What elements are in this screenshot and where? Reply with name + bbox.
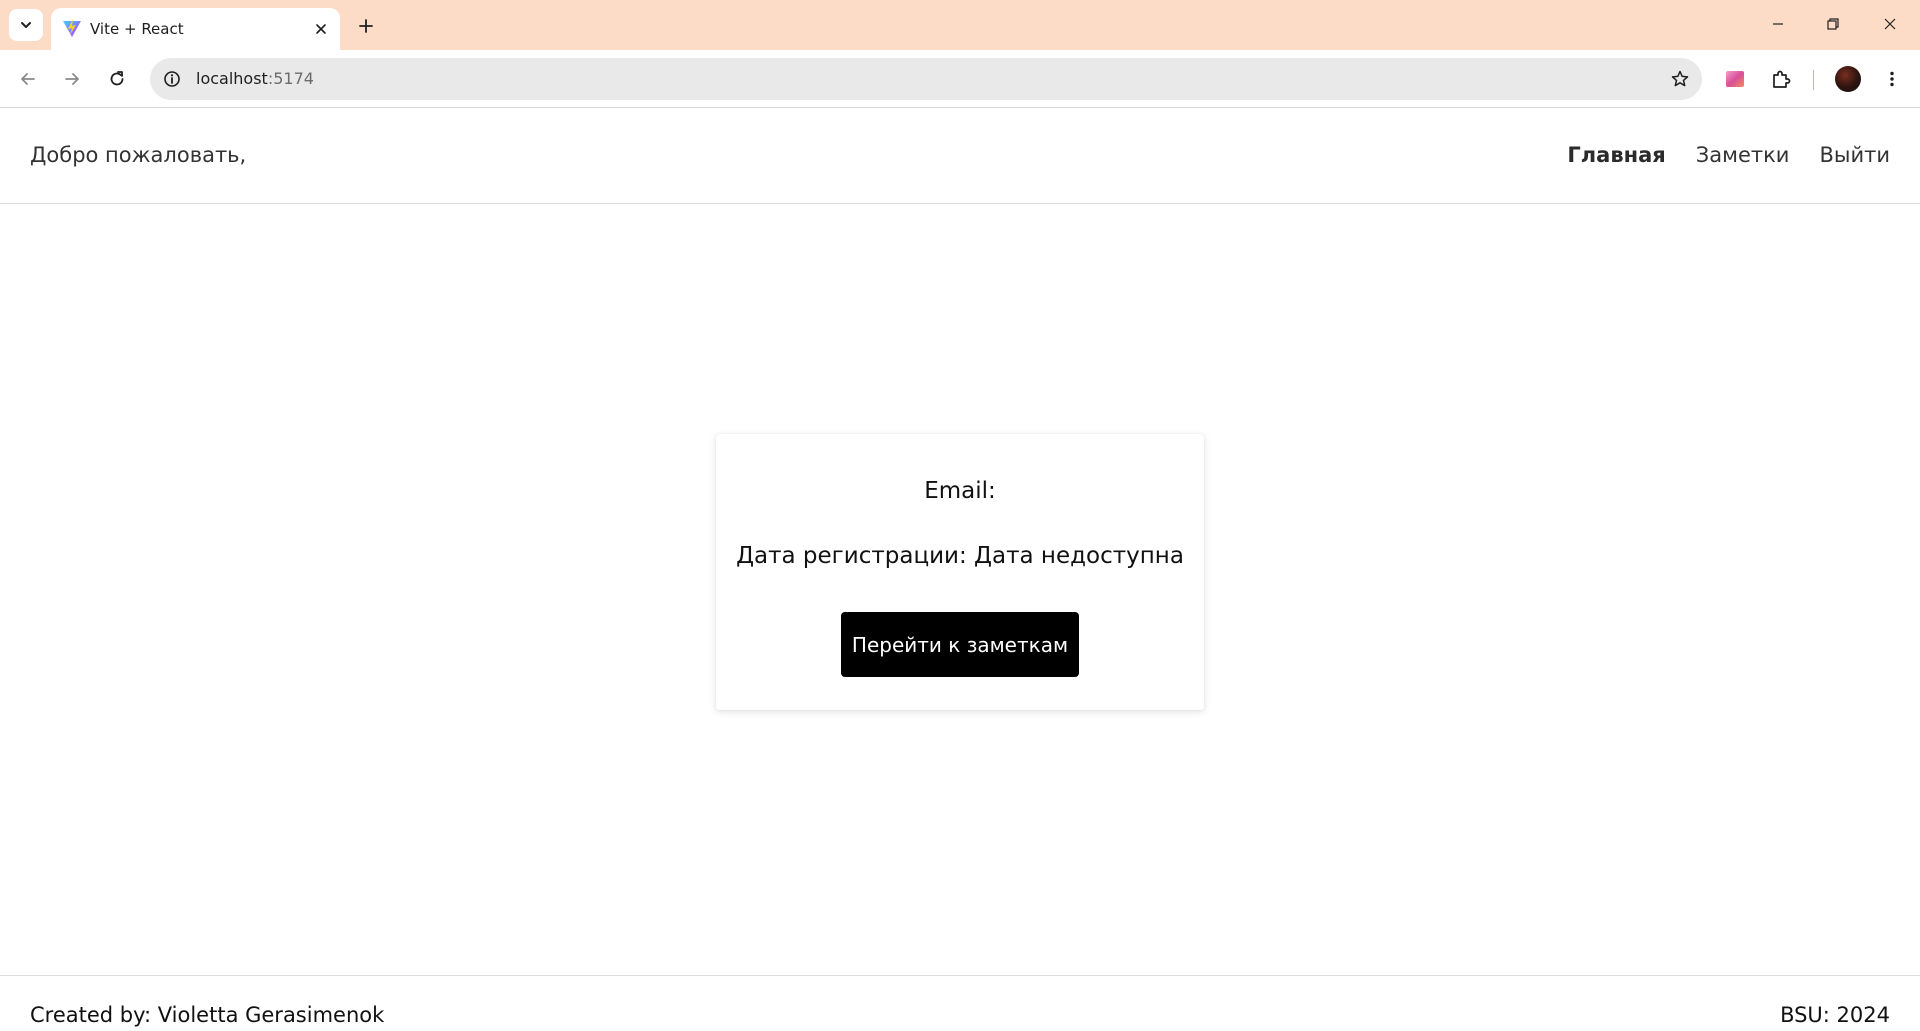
browser-tab[interactable]: Vite + React xyxy=(51,8,340,50)
minimize-button[interactable] xyxy=(1758,8,1798,40)
profile-avatar[interactable] xyxy=(1835,66,1861,92)
nav-link-home[interactable]: Главная xyxy=(1567,143,1665,167)
url-port: :5174 xyxy=(267,69,314,88)
site-info-button[interactable] xyxy=(160,67,184,91)
bookmark-button[interactable] xyxy=(1668,67,1692,91)
star-icon xyxy=(1671,70,1689,87)
extensions-button[interactable] xyxy=(1765,63,1797,95)
tab-strip: Vite + React xyxy=(0,0,1920,50)
footer-year: BSU: 2024 xyxy=(1780,1003,1890,1027)
reload-icon xyxy=(110,71,124,86)
tab-title: Vite + React xyxy=(90,20,184,38)
site-footer: Created by: Violetta Gerasimenok BSU: 20… xyxy=(0,975,1920,1031)
chevron-down-icon xyxy=(21,22,31,28)
kebab-menu-icon xyxy=(1890,71,1894,87)
plus-icon xyxy=(359,19,373,33)
browser-toolbar: localhost:5174 xyxy=(0,50,1920,108)
arrow-right-icon xyxy=(65,73,79,85)
page-viewport: Добро пожаловать, Главная Заметки Выйти … xyxy=(0,109,1920,1031)
site-header: Добро пожаловать, Главная Заметки Выйти xyxy=(0,109,1920,204)
footer-credits: Created by: Violetta Gerasimenok xyxy=(30,1003,385,1027)
url-host: localhost xyxy=(196,69,268,88)
vite-logo-icon xyxy=(63,19,81,37)
nav-link-logout[interactable]: Выйти xyxy=(1819,143,1890,167)
url-text[interactable]: localhost:5174 xyxy=(196,69,314,88)
close-icon xyxy=(316,24,326,34)
nav-link-notes[interactable]: Заметки xyxy=(1696,143,1790,167)
minimize-icon xyxy=(1773,23,1783,25)
restore-icon xyxy=(1827,18,1839,30)
registration-date-line: Дата регистрации: Дата недоступна xyxy=(736,543,1184,569)
close-icon xyxy=(1884,18,1896,30)
browser-menu-button[interactable] xyxy=(1876,63,1908,95)
tab-close-button[interactable] xyxy=(309,17,333,41)
email-line: Email: xyxy=(924,478,996,504)
restore-button[interactable] xyxy=(1813,8,1853,40)
new-tab-button[interactable] xyxy=(352,12,380,40)
gradient-extension-icon xyxy=(1726,71,1744,87)
tab-search-button[interactable] xyxy=(9,9,43,41)
info-icon xyxy=(164,71,180,87)
toolbar-separator xyxy=(1813,70,1814,90)
close-window-button[interactable] xyxy=(1870,8,1910,40)
arrow-left-icon xyxy=(21,73,35,85)
extension-color-button[interactable] xyxy=(1719,63,1751,95)
back-button[interactable] xyxy=(12,63,44,95)
address-bar[interactable]: localhost:5174 xyxy=(150,58,1702,100)
puzzle-icon xyxy=(1773,70,1791,88)
profile-card: Email: Дата регистрации: Дата недоступна… xyxy=(716,434,1204,710)
go-to-notes-button[interactable]: Перейти к заметкам xyxy=(841,612,1079,677)
main-nav: Главная Заметки Выйти xyxy=(1567,143,1890,167)
reload-button[interactable] xyxy=(101,63,133,95)
welcome-text: Добро пожаловать, xyxy=(30,143,247,167)
forward-button[interactable] xyxy=(56,63,88,95)
